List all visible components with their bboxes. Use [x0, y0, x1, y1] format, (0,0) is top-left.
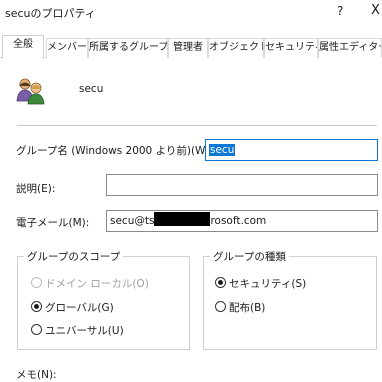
- group-scope-legend: グループのスコープ: [24, 249, 124, 264]
- email-label: 電子メール(M):: [16, 217, 90, 229]
- radio-label: 配布(B): [229, 302, 266, 314]
- memo-label: メモ(N):: [16, 369, 57, 381]
- tab-attribute-editor[interactable]: 属性エディター: [318, 38, 382, 58]
- group-name-value: secu: [209, 144, 236, 156]
- tab-security[interactable]: セキュリティ: [264, 38, 318, 58]
- description-label: 説明(E):: [16, 183, 56, 195]
- tab-members[interactable]: メンバー: [46, 38, 88, 58]
- tab-member-of[interactable]: 所属するグループ: [88, 38, 168, 58]
- group-type-legend: グループの種類: [210, 249, 289, 264]
- separator: [17, 125, 377, 126]
- radio-label: グローバル(G): [45, 302, 114, 314]
- radio-selected-dot: [34, 304, 39, 309]
- window-title: secuのプロパティ: [5, 7, 96, 20]
- redaction-block: [154, 212, 211, 226]
- radio-circle: [31, 301, 42, 312]
- group-name-field[interactable]: secu: [205, 139, 378, 161]
- tab-object[interactable]: オブジェクト: [208, 38, 264, 58]
- email-value-prefix: secu@ts: [110, 215, 155, 227]
- group-users-icon: [16, 75, 46, 105]
- radio-circle: [215, 277, 226, 288]
- group-name-label: グループ名 (Windows 2000 より前)(W):: [16, 145, 214, 157]
- tab-managed-by[interactable]: 管理者: [168, 38, 208, 58]
- email-value-suffix: rosoft.com: [210, 215, 267, 227]
- tab-strip: 全般 メンバー 所属するグループ 管理者 オブジェクト セキュリティ 属性エディ…: [0, 35, 382, 59]
- radio-circle: [215, 301, 226, 312]
- group-display-name: secu: [79, 83, 104, 95]
- radio-selected-dot: [218, 280, 223, 285]
- radio-label: ユニバーサル(U): [45, 325, 124, 337]
- radio-label: セキュリティ(S): [229, 278, 307, 290]
- tab-general[interactable]: 全般: [2, 35, 44, 59]
- radio-label: ドメイン ローカル(O): [45, 278, 149, 290]
- description-field[interactable]: [106, 174, 378, 196]
- radio-circle: [31, 277, 42, 288]
- email-field[interactable]: secu@ts rosoft.com: [106, 210, 378, 232]
- help-button[interactable]: ?: [337, 4, 343, 18]
- close-button[interactable]: X: [371, 3, 380, 18]
- title-bar: secuのプロパティ ? X: [0, 0, 382, 26]
- radio-circle: [31, 324, 42, 335]
